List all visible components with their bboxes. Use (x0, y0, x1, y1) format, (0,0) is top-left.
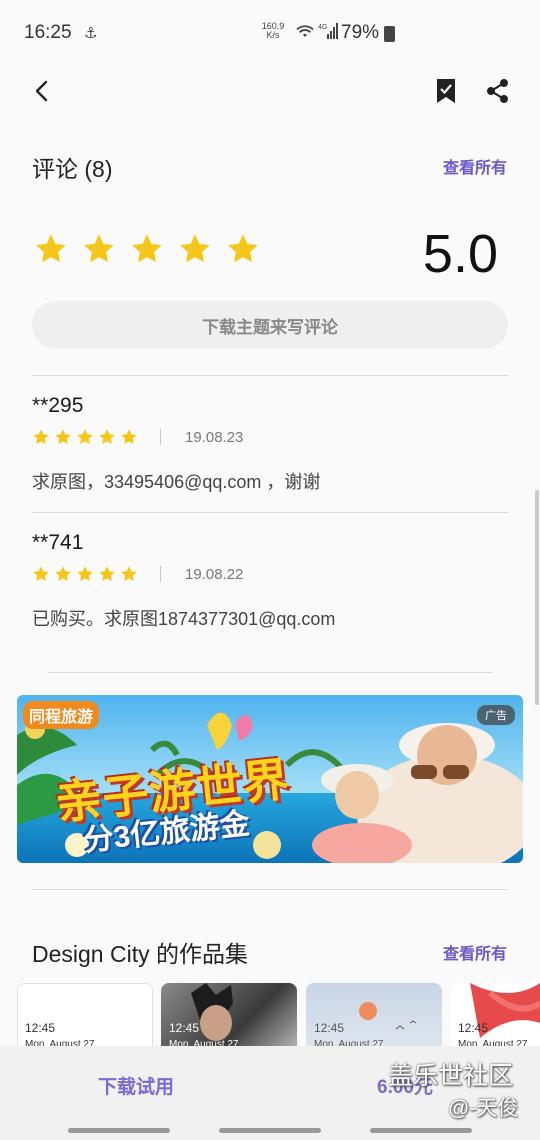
reviews-title: 评论 (8) (32, 156, 113, 182)
battery-icon (384, 26, 395, 42)
battery-percent: 79% (341, 22, 380, 43)
theme-thumbnail[interactable]: 12:45 Mon, August 27 (450, 983, 540, 1053)
net-speed: 160.9 K/s (258, 22, 288, 40)
thumbnail-time: 12:45 (25, 1021, 56, 1035)
reviews-see-all-link[interactable]: 查看所有 (443, 154, 507, 178)
overall-rating: 5.0 (34, 224, 514, 288)
write-review-button[interactable]: 下载主题来写评论 (32, 301, 508, 349)
star-icon (54, 565, 72, 583)
divider (32, 889, 508, 890)
star-icon (98, 565, 116, 583)
thumbnail-time: 12:45 (169, 1021, 200, 1035)
review-stars (32, 565, 138, 583)
portfolio-title: Design City 的作品集 (32, 941, 248, 967)
divider (32, 512, 508, 513)
status-bar: 16:25 ⚓ 160.9 K/s 4G 79% (0, 0, 540, 66)
star-icon (54, 428, 72, 446)
review-item: **741 19.08.22 已购买。求原图1874377301@qq.com (32, 531, 508, 631)
bookmark-button[interactable] (433, 76, 459, 106)
thumbnail-time: 12:45 (458, 1021, 489, 1035)
ad-banner[interactable]: 同程旅游 广告 亲子游世界 分3亿旅游金 (17, 695, 523, 863)
rating-stars (34, 232, 260, 266)
bookmark-icon (437, 79, 455, 103)
divider (48, 672, 492, 673)
signal-icon: 4G (318, 22, 338, 44)
back-arrow-icon (35, 80, 48, 102)
usb-icon: ⚓ (84, 25, 98, 42)
watermark-line2: @-天俊 (448, 1097, 519, 1120)
theme-thumbnail[interactable]: 12:45 Mon, August 27 (306, 983, 442, 1053)
wifi-icon (294, 23, 316, 43)
star-icon (98, 428, 116, 446)
star-icon (32, 428, 50, 446)
nav-handle (370, 1128, 472, 1133)
star-icon (32, 565, 50, 583)
review-date: 19.08.23 (185, 428, 244, 446)
rating-score: 5.0 (422, 224, 498, 284)
review-text: 求原图，33495406@qq.com ，谢谢 (32, 472, 321, 492)
review-date: 19.08.22 (185, 565, 244, 583)
net-speed-unit: K/s (266, 30, 280, 40)
status-time: 16:25 (24, 22, 72, 43)
thumbnail-time: 12:45 (314, 1021, 345, 1035)
star-icon (130, 232, 164, 266)
nav-handle (219, 1128, 321, 1133)
ad-badge: 广告 (477, 705, 515, 725)
star-icon (120, 428, 138, 446)
share-icon (487, 79, 508, 103)
scrollbar[interactable] (535, 490, 539, 705)
star-icon (82, 232, 116, 266)
star-icon (76, 565, 94, 583)
portfolio-see-all-link[interactable]: 查看所有 (443, 940, 507, 964)
separator (160, 566, 161, 582)
back-button[interactable] (26, 74, 60, 108)
portfolio-thumbnails: 12:45 Mon, August 27 12:45 Mon, August 2… (17, 983, 540, 1053)
review-user: **295 (32, 394, 84, 417)
theme-thumbnail[interactable]: 12:45 Mon, August 27 (17, 983, 153, 1053)
review-user: **741 (32, 531, 84, 554)
star-icon (178, 232, 212, 266)
separator (160, 429, 161, 445)
star-icon (120, 565, 138, 583)
theme-thumbnail[interactable]: 12:45 Mon, August 27 (161, 983, 297, 1053)
review-item: **295 19.08.23 求原图，33495406@qq.com ，谢谢 (32, 394, 508, 494)
network-type: 4G (318, 24, 327, 31)
review-text: 已购买。求原图1874377301@qq.com (32, 609, 336, 629)
share-button[interactable] (484, 76, 512, 106)
star-icon (226, 232, 260, 266)
try-download-button[interactable]: 下载试用 (98, 1072, 174, 1099)
bottom-action-bar: 下载试用 6.00元 盖乐世社区 @-天俊 (0, 1046, 540, 1140)
top-app-bar (0, 66, 540, 120)
nav-handle (68, 1128, 170, 1133)
ad-brand: 同程旅游 (23, 701, 100, 729)
review-stars (32, 428, 138, 446)
star-icon (34, 232, 68, 266)
watermark-line1: 盖乐世社区 (388, 1062, 514, 1090)
divider (32, 375, 508, 376)
star-icon (76, 428, 94, 446)
